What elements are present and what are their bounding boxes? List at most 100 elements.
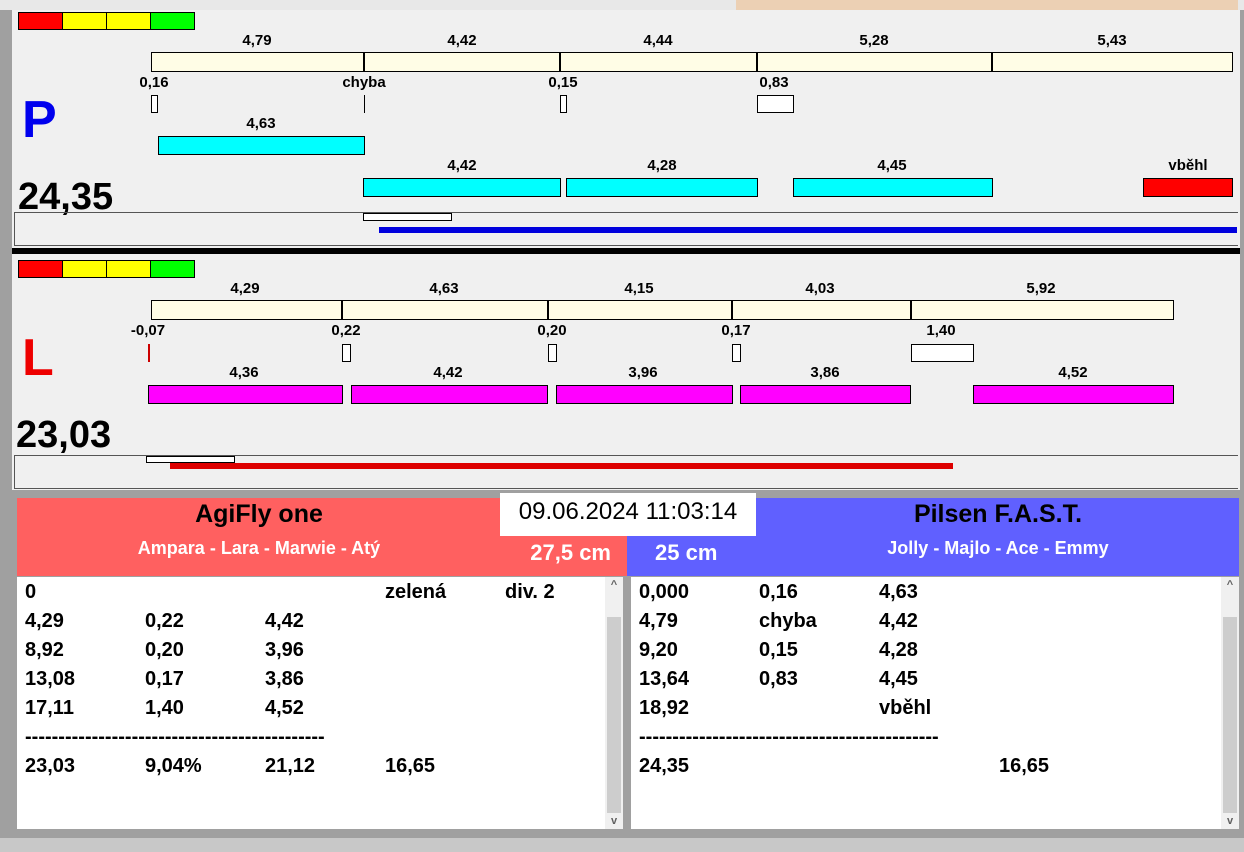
result-cell: 8,92 <box>25 639 64 661</box>
split-label: 4,29 <box>230 280 260 297</box>
team-height: 27,5 cm <box>530 540 611 565</box>
progress-bar <box>379 227 1237 233</box>
scroll-down-icon[interactable]: v <box>605 815 623 827</box>
result-cell: 0,16 <box>759 581 798 603</box>
result-cell: 3,86 <box>265 668 304 690</box>
run-label: 4,42 <box>433 364 463 381</box>
result-cell: 4,28 <box>879 639 918 661</box>
scroll-thumb[interactable] <box>1223 617 1237 813</box>
team-dogs: Ampara - Lara - Marwie - Atý <box>137 538 381 558</box>
run-bar <box>148 385 343 404</box>
change-label: chyba <box>342 74 386 91</box>
lane-letter: P <box>22 91 57 149</box>
result-cell: 16,65 <box>385 755 436 777</box>
status-bar <box>0 838 1244 852</box>
change-label: 0,17 <box>721 322 751 339</box>
run-label: 4,63 <box>246 115 276 132</box>
result-cell: vběhl <box>879 697 932 719</box>
team-height: 25 cm <box>655 540 718 565</box>
run-label: 4,52 <box>1058 364 1088 381</box>
run-label: vběhl <box>1168 157 1208 174</box>
result-cell: 9,20 <box>639 639 678 661</box>
change-label: 0,22 <box>331 322 361 339</box>
run-label: 3,86 <box>810 364 840 381</box>
team-dogs: Jolly - Majlo - Ace - Emmy <box>887 538 1109 558</box>
result-cell: 18,92 <box>639 697 690 719</box>
scroll-thumb[interactable] <box>607 617 621 813</box>
scrollbar[interactable]: ^ v <box>605 577 623 829</box>
split-label: 5,28 <box>859 32 889 49</box>
run-label: 4,36 <box>229 364 259 381</box>
change-label: 0,20 <box>537 322 567 339</box>
result-cell: 4,42 <box>879 610 918 632</box>
change-bar <box>757 95 794 113</box>
scroll-down-icon[interactable]: v <box>1221 815 1239 827</box>
result-cell: 0,17 <box>145 668 184 690</box>
result-cell: chyba <box>759 610 817 632</box>
run-bar <box>351 385 548 404</box>
split-track <box>151 52 1233 72</box>
left-results-list[interactable]: ^ v 0 zelená div. 2 4,29 0,22 4,42 8,92 0,20 3,96… <box>17 577 623 829</box>
result-cell: div. 2 <box>505 581 555 603</box>
scroll-up-icon[interactable]: ^ <box>1221 579 1239 591</box>
change-bar <box>148 344 150 362</box>
change-bar <box>342 344 351 362</box>
change-bar <box>911 344 974 362</box>
change-label: 0,15 <box>548 74 578 91</box>
run-bar <box>973 385 1174 404</box>
result-cell: 17,11 <box>25 697 74 719</box>
result-cell: 0,20 <box>145 639 184 661</box>
run-bar <box>158 136 365 155</box>
change-bar <box>151 95 158 113</box>
change-label: 0,16 <box>139 74 169 91</box>
result-cell: 3,96 <box>265 639 304 661</box>
scroll-up-icon[interactable]: ^ <box>605 579 623 591</box>
change-label: 1,40 <box>926 322 956 339</box>
run-bar <box>793 178 993 197</box>
scrollbar[interactable]: ^ v <box>1221 577 1239 829</box>
result-cell: ----------------------------------------… <box>639 726 939 748</box>
run-bar <box>556 385 733 404</box>
result-cell: 13,64 <box>639 668 690 690</box>
run-bar <box>566 178 758 197</box>
datetime: 09.06.2024 11:03:14 <box>500 493 756 536</box>
run-label: 3,96 <box>628 364 658 381</box>
split-label: 5,92 <box>1026 280 1056 297</box>
split-label: 4,15 <box>624 280 654 297</box>
result-cell: 4,45 <box>879 668 918 690</box>
result-cell: 16,65 <box>999 755 1050 777</box>
bottom-lane-panel: L 23,03 4,29 4,63 4,15 4,03 5,92 -0,07 0… <box>12 254 1240 490</box>
result-cell: 23,03 <box>25 755 76 777</box>
progress-marker <box>363 213 452 221</box>
run-bar-error <box>1143 178 1233 197</box>
top-lane-panel: P 24,35 4,79 4,42 4,44 5,28 5,43 0,16 ch… <box>12 10 1240 248</box>
result-cell: 0,22 <box>145 610 184 632</box>
change-label: -0,07 <box>130 322 166 339</box>
progress-bar <box>170 463 953 469</box>
result-cell: 4,52 <box>265 697 304 719</box>
split-label: 4,03 <box>805 280 835 297</box>
run-bar <box>740 385 911 404</box>
split-track <box>151 300 1174 320</box>
run-label: 4,45 <box>877 157 907 174</box>
result-cell: 24,35 <box>639 755 690 777</box>
result-cell: 21,12 <box>265 755 316 777</box>
run-label: 4,28 <box>647 157 677 174</box>
right-results-list[interactable]: ^ v 0,000 0,16 4,63 4,79 chyba 4,42 9,20 0,15 4,2… <box>631 577 1239 829</box>
result-cell: 0 <box>25 581 37 603</box>
split-label: 4,63 <box>429 280 459 297</box>
change-label: 0,83 <box>759 74 789 91</box>
team-name: AgiFly one <box>195 500 323 528</box>
result-cell: 4,42 <box>265 610 304 632</box>
run-bar <box>363 178 561 197</box>
result-cell: 4,63 <box>879 581 918 603</box>
lane-letter: L <box>22 329 54 387</box>
result-cell: zelená <box>385 581 447 603</box>
split-label: 4,42 <box>447 32 477 49</box>
result-cell: 0,15 <box>759 639 798 661</box>
result-cell: 1,40 <box>145 697 184 719</box>
progress-marker <box>146 456 235 463</box>
split-label: 4,79 <box>242 32 272 49</box>
result-cell: 4,29 <box>25 610 64 632</box>
lane-total-time: 23,03 <box>16 414 112 456</box>
